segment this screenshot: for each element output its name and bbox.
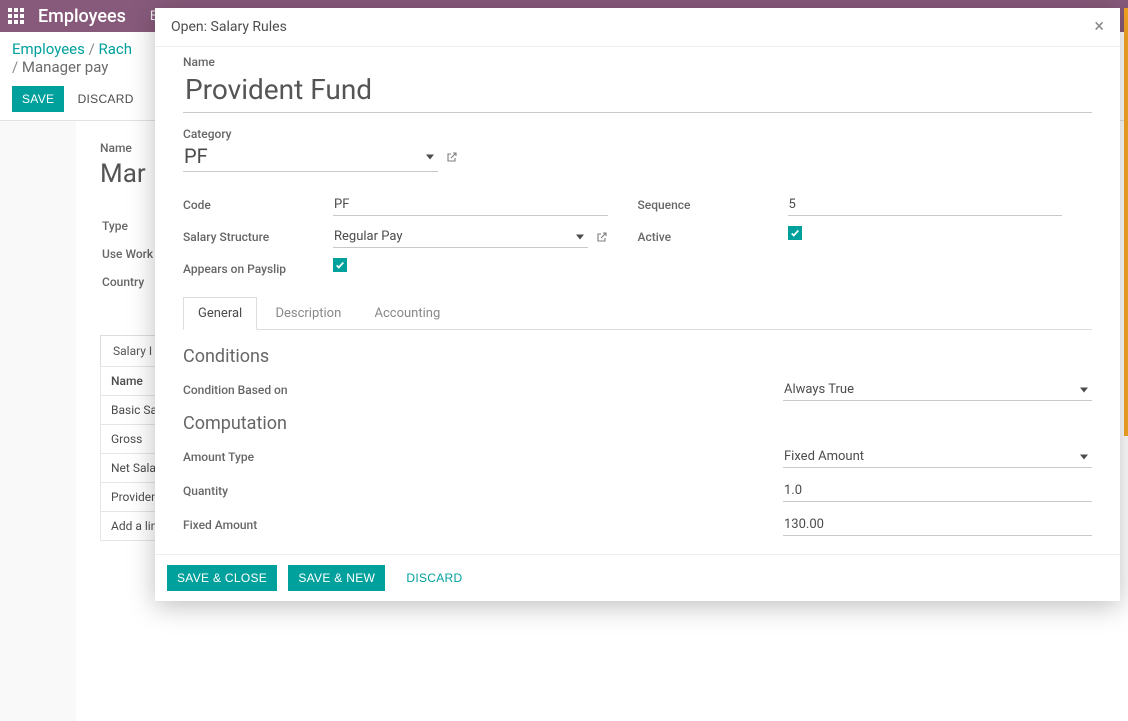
tab-description[interactable]: Description <box>260 297 356 329</box>
sequence-label: Sequence <box>638 194 788 216</box>
tab-general[interactable]: General <box>183 297 257 330</box>
quantity-field[interactable] <box>783 480 1092 502</box>
conditions-heading: Conditions <box>183 346 1092 367</box>
appears-checkbox[interactable] <box>333 258 347 272</box>
modal-title: Open: Salary Rules <box>171 19 1094 35</box>
name-label: Name <box>183 55 1092 69</box>
category-label: Category <box>183 127 1092 141</box>
external-link-icon[interactable] <box>446 151 458 163</box>
save-close-button[interactable]: SAVE & CLOSE <box>167 565 277 591</box>
amount-type-label: Amount Type <box>183 450 783 464</box>
condition-based-on-field[interactable] <box>783 379 1092 401</box>
close-icon[interactable]: × <box>1094 18 1104 36</box>
fixed-amount-field[interactable] <box>783 514 1092 536</box>
save-new-button[interactable]: SAVE & NEW <box>288 565 385 591</box>
computation-heading: Computation <box>183 413 1092 434</box>
active-checkbox[interactable] <box>788 226 802 240</box>
appears-label: Appears on Payslip <box>183 258 333 276</box>
code-field[interactable] <box>333 194 608 216</box>
modal-header: Open: Salary Rules × <box>155 8 1120 47</box>
fixed-amount-label: Fixed Amount <box>183 518 783 532</box>
name-field[interactable] <box>183 69 1092 113</box>
modal-discard-button[interactable]: DISCARD <box>396 565 472 591</box>
inner-tabs: General Description Accounting <box>183 296 1092 330</box>
salary-structure-field[interactable] <box>333 226 588 248</box>
quantity-label: Quantity <box>183 484 783 498</box>
modal-footer: SAVE & CLOSE SAVE & NEW DISCARD <box>155 554 1120 601</box>
sequence-field[interactable] <box>788 194 1063 216</box>
salary-rule-modal: Open: Salary Rules × Name Category <box>155 8 1120 601</box>
amount-type-field[interactable] <box>783 446 1092 468</box>
condition-based-on-label: Condition Based on <box>183 383 783 397</box>
external-link-icon[interactable] <box>596 231 608 243</box>
modal-body: Name Category Code Sequenc <box>155 47 1120 554</box>
active-label: Active <box>638 226 788 244</box>
salary-structure-label: Salary Structure <box>183 226 333 248</box>
category-field[interactable] <box>183 141 438 172</box>
tab-accounting[interactable]: Accounting <box>360 297 456 329</box>
code-label: Code <box>183 194 333 216</box>
